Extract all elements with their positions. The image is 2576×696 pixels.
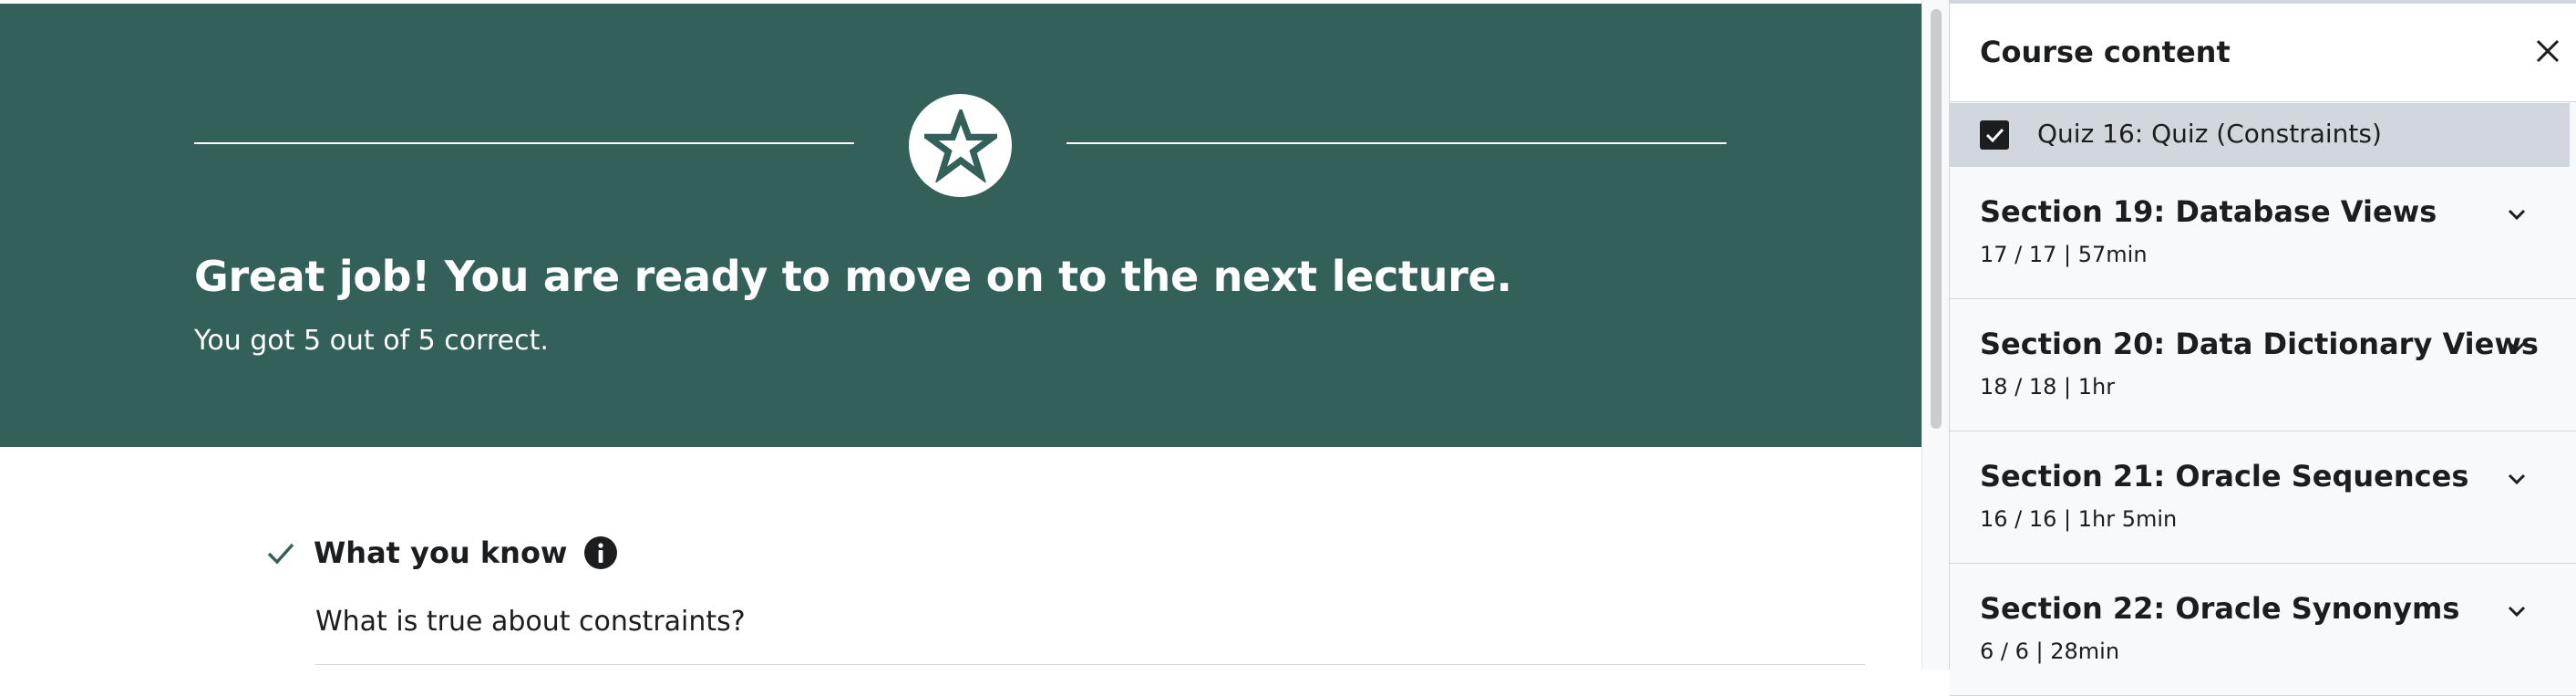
- section-item[interactable]: Section 20: Data Dictionary Views 18 / 1…: [1950, 299, 2576, 431]
- section-item[interactable]: Section 22: Oracle Synonyms 6 / 6 | 28mi…: [1950, 564, 2576, 696]
- what-you-know-title: What you know: [314, 535, 568, 570]
- checkmark-icon: [1985, 128, 2004, 143]
- chevron-down-icon[interactable]: [2504, 202, 2530, 227]
- banner-divider-right: [1066, 142, 1726, 144]
- section-title: Section 20: Data Dictionary Views: [1980, 327, 2539, 361]
- section-title: Section 21: Oracle Sequences: [1980, 459, 2469, 493]
- result-title: Great job! You are ready to move on to t…: [194, 252, 1512, 301]
- star-badge: [909, 94, 1012, 197]
- completed-checkbox[interactable]: [1980, 120, 2009, 150]
- section-item[interactable]: Section 21: Oracle Sequences 16 / 16 | 1…: [1950, 431, 2576, 564]
- scrollbar-thumb[interactable]: [1931, 9, 1942, 429]
- chevron-down-icon[interactable]: [2504, 598, 2530, 624]
- sidebar-title: Course content: [1980, 35, 2231, 69]
- divider: [315, 664, 1865, 665]
- chevron-down-icon[interactable]: [2504, 466, 2530, 492]
- section-title: Section 22: Oracle Synonyms: [1980, 591, 2460, 626]
- main-scrollbar[interactable]: [1922, 0, 1950, 670]
- what-you-know-header: What you know: [264, 533, 618, 573]
- result-score: You got 5 out of 5 correct.: [194, 325, 549, 357]
- question-text: What is true about constraints?: [315, 606, 746, 638]
- section-item[interactable]: Section 19: Database Views 17 / 17 | 57m…: [1950, 167, 2576, 299]
- lecture-item-label: Quiz 16: Quiz (Constraints): [2037, 119, 2382, 149]
- section-title: Section 19: Database Views: [1980, 194, 2437, 229]
- section-meta: 17 / 17 | 57min: [1980, 242, 2148, 267]
- section-meta: 6 / 6 | 28min: [1980, 639, 2120, 664]
- course-content-sidebar: Course content Quiz 16: Quiz (Constraint…: [1949, 0, 2576, 696]
- section-meta: 16 / 16 | 1hr 5min: [1980, 506, 2178, 532]
- info-icon[interactable]: [583, 535, 618, 570]
- section-meta: 18 / 18 | 1hr: [1980, 374, 2116, 400]
- current-lecture-item[interactable]: Quiz 16: Quiz (Constraints): [1950, 103, 2570, 167]
- success-banner: Great job! You are ready to move on to t…: [0, 4, 1922, 447]
- star-icon: [923, 109, 997, 182]
- sidebar-header: Course content: [1950, 0, 2576, 102]
- chevron-down-icon[interactable]: [2504, 334, 2530, 359]
- quiz-result-panel: Great job! You are ready to move on to t…: [0, 0, 1922, 670]
- banner-divider-left: [194, 142, 854, 144]
- close-icon[interactable]: [2533, 36, 2562, 66]
- check-icon: [267, 543, 294, 565]
